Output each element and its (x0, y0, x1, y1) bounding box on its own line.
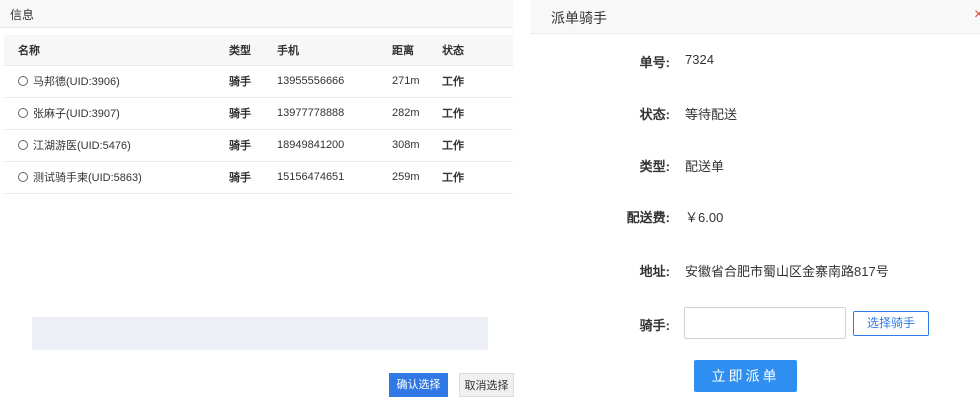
column-header-phone: 手机 (277, 35, 392, 66)
column-header-name: 名称 (4, 35, 229, 66)
rider-name: 张麻子(UID:3907) (33, 108, 120, 120)
delivery-fee-value: ￥6.00 (685, 210, 724, 225)
rider-type-link[interactable]: 骑手 (229, 65, 277, 98)
radio-button[interactable] (18, 108, 28, 118)
rider-distance: 282m (392, 97, 442, 130)
order-number-label: 单号: (639, 55, 670, 70)
rider-type-link[interactable]: 骑手 (229, 161, 277, 194)
rider-name-cell[interactable]: 测试骑手柬(UID:5863) (4, 161, 229, 194)
rider-phone: 18949841200 (277, 129, 392, 162)
dialog-header: 派单骑手 × (530, 0, 980, 34)
table-row[interactable]: 江湖游医(UID:5476) 骑手 18949841200 308m 工作 (4, 129, 513, 162)
table-row[interactable]: 张麻子(UID:3907) 骑手 13977778888 282m 工作 (4, 97, 513, 130)
dialog-title: 派单骑手 (551, 10, 607, 26)
rider-name-cell[interactable]: 马邦德(UID:3906) (4, 65, 229, 98)
address-value: 安徽省合肥市蜀山区金寨南路817号 (685, 264, 889, 279)
rider-type-link[interactable]: 骑手 (229, 97, 277, 130)
column-header-status: 状态 (442, 35, 513, 66)
rider-table: 名称 类型 手机 距离 状态 马邦德(UID:3906) 骑手 13955556… (4, 35, 513, 194)
rider-label: 骑手: (639, 318, 670, 333)
radio-button[interactable] (18, 172, 28, 182)
rider-name-cell[interactable]: 张麻子(UID:3907) (4, 97, 229, 130)
type-label: 类型: (639, 159, 670, 174)
rider-name-cell[interactable]: 江湖游医(UID:5476) (4, 129, 229, 162)
rider-status-link[interactable]: 工作 (442, 129, 513, 162)
radio-button[interactable] (18, 140, 28, 150)
order-number-value: 7324 (685, 52, 714, 67)
rider-distance: 271m (392, 65, 442, 98)
panel-header: 信息 (0, 0, 513, 28)
rider-name: 江湖游医(UID:5476) (33, 140, 131, 152)
dispatch-rider-dialog: 派单骑手 × 单号: 7324 状态: 等待配送 类型: 配送单 配送费: ￥6… (530, 0, 980, 416)
choose-rider-button[interactable]: 选择骑手 (853, 311, 929, 336)
rider-phone: 15156474651 (277, 161, 392, 194)
address-label: 地址: (639, 264, 670, 279)
rider-name: 测试骑手柬(UID:5863) (33, 172, 142, 184)
rider-phone: 13955556666 (277, 65, 392, 98)
type-value: 配送单 (685, 159, 725, 174)
radio-button[interactable] (18, 76, 28, 86)
table-row[interactable]: 马邦德(UID:3906) 骑手 13955556666 271m 工作 (4, 65, 513, 98)
rider-name: 马邦德(UID:3906) (33, 76, 120, 88)
column-header-type: 类型 (229, 35, 277, 66)
status-value: 等待配送 (685, 107, 738, 122)
rider-status-link[interactable]: 工作 (442, 65, 513, 98)
rider-input[interactable] (684, 307, 846, 339)
confirm-selection-button[interactable]: 确认选择 (389, 373, 448, 397)
status-label: 状态: (639, 107, 670, 122)
rider-status-link[interactable]: 工作 (442, 97, 513, 130)
rider-selection-panel: 信息 名称 类型 手机 距离 状态 马邦德(UID:3906) 骑手 13955… (0, 0, 520, 416)
dispatch-now-button[interactable]: 立即派单 (694, 360, 797, 392)
table-row[interactable]: 测试骑手柬(UID:5863) 骑手 15156474651 259m 工作 (4, 161, 513, 194)
rider-distance: 308m (392, 129, 442, 162)
close-icon[interactable]: × (974, 6, 980, 24)
pagination-bar (32, 317, 488, 350)
delivery-fee-label: 配送费: (626, 210, 670, 225)
column-header-distance: 距离 (392, 35, 442, 66)
table-header-row: 名称 类型 手机 距离 状态 (4, 35, 513, 66)
rider-distance: 259m (392, 161, 442, 194)
rider-status-link[interactable]: 工作 (442, 161, 513, 194)
rider-phone: 13977778888 (277, 97, 392, 130)
panel-title: 信息 (10, 8, 35, 22)
cancel-selection-button[interactable]: 取消选择 (459, 373, 514, 397)
rider-type-link[interactable]: 骑手 (229, 129, 277, 162)
